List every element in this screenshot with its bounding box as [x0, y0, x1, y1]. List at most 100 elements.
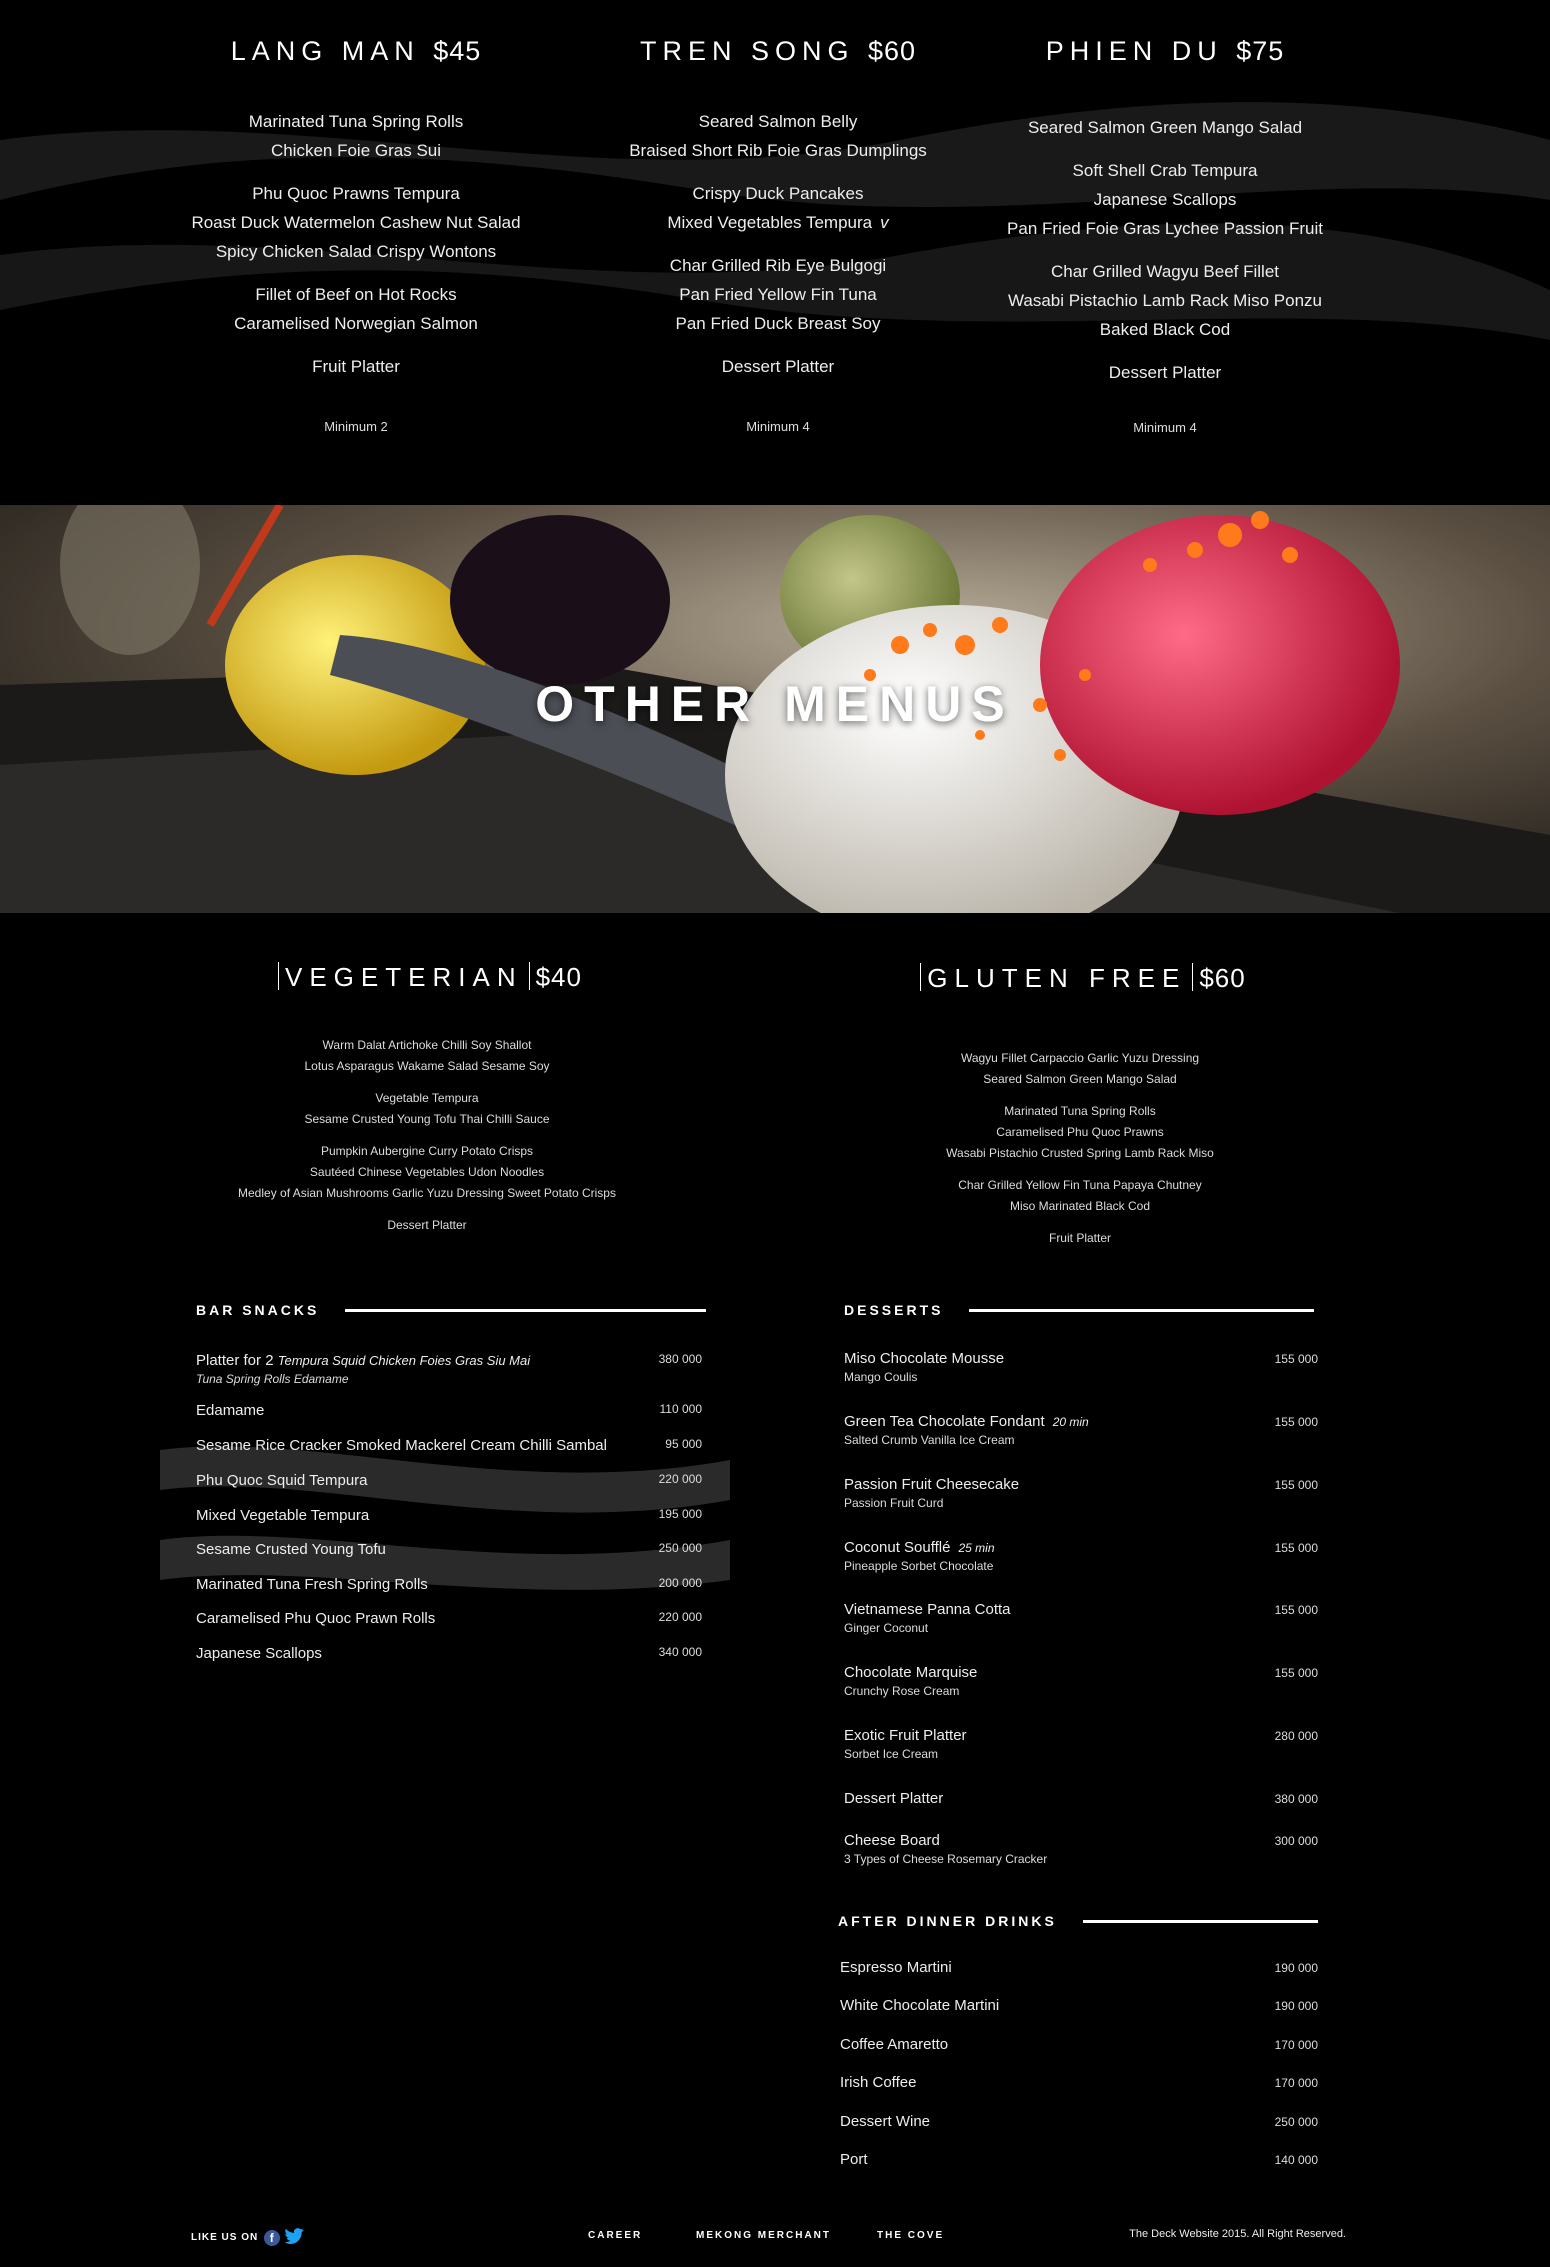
set-menu-items: Seared Salmon Green Mango Salad Soft Shel…: [885, 113, 1445, 435]
other-menu-title: VEGETERIAN $40: [167, 962, 687, 993]
item-title: Coffee Amaretto: [840, 2036, 949, 2053]
course-item: Warm Dalat Artichoke Chilli Soy Shallot: [322, 1038, 532, 1052]
item-description: Sorbet Ice Cream: [844, 1747, 939, 1761]
list-item: Passion Fruit Cheesecake Passion Fruit Cu…: [844, 1476, 1318, 1510]
item-title: Vietnamese Panna Cotta: [844, 1601, 1011, 1618]
prep-time: 25 min: [958, 1541, 995, 1555]
item-name: Passion Fruit Cheesecake: [844, 1476, 1019, 1493]
item-price: 195 000: [658, 1507, 702, 1521]
list-item: Cheese Board 3 Types of Cheese Rosemary C…: [844, 1832, 1318, 1866]
course-item: Pumpkin Aubergine Curry Potato Crisps: [320, 1144, 534, 1158]
list-item: Vietnamese Panna Cotta Ginger Coconut 155 …: [844, 1601, 1318, 1635]
item-price: 155 000: [1274, 1415, 1318, 1429]
facebook-icon[interactable]: f: [264, 2229, 281, 2246]
course-item: Sesame Crusted Young Tofu Thai Chilli Sa…: [304, 1112, 550, 1126]
course-group: Pumpkin Aubergine Curry Potato Crisps Sau…: [167, 1141, 687, 1204]
list-item: Coffee Amaretto 170 000: [840, 2036, 1318, 2053]
twitter-icon[interactable]: [284, 2228, 304, 2247]
item-name: Mixed Vegetable Tempura: [196, 1507, 369, 1524]
list-item: Coconut Soufflé 25 min Pineapple Sorbet Ch…: [844, 1539, 1318, 1573]
course-group: Vegetable Tempura Sesame Crusted Young To…: [167, 1088, 687, 1130]
course-item: Pan Fried Foie Gras Lychee Passion Fruit: [1007, 219, 1323, 238]
course-group: Soft Shell Crab Tempura Japanese Scallops…: [885, 156, 1445, 243]
footer-link-career[interactable]: CAREER: [588, 2230, 642, 2241]
item-name: Espresso Martini: [840, 1959, 952, 1976]
list-item: Chocolate Marquise Crunchy Rose Cream 155 …: [844, 1664, 1318, 1698]
course-item: Wagyu Fillet Carpaccio Garlic Yuzu Dress…: [960, 1051, 1200, 1065]
item-name: Miso Chocolate Mousse: [844, 1350, 1004, 1367]
other-menu-name: GLUTEN FREE: [927, 963, 1187, 993]
item-description: 3 Types of Cheese Rosemary Cracker: [844, 1852, 1048, 1866]
course-item: Seared Salmon Green Mango Salad: [1027, 118, 1303, 137]
other-menu-items: Wagyu Fillet Carpaccio Garlic Yuzu Dress…: [820, 1048, 1340, 1249]
set-menu-minimum: Minimum 4: [1133, 420, 1197, 435]
copyright: The Deck Website 2015. All Right Reserve…: [1129, 2228, 1346, 2240]
course-item: Marinated Tuna Spring Rolls: [1004, 1104, 1156, 1118]
footer: LIKE US ON f CAREER MEKONG MERCHANT THE …: [0, 2220, 1550, 2252]
course-item: Seared Salmon Green Mango Salad: [983, 1072, 1177, 1086]
item-name: Cheese Board: [844, 1832, 1047, 1849]
title-divider: [1192, 963, 1194, 991]
item-name: Japanese Scallops: [196, 1645, 322, 1662]
like-us-label: LIKE US ON: [191, 2232, 259, 2243]
course-item: Vegetable Tempura: [375, 1091, 479, 1105]
desserts-heading: DESSERTS: [844, 1302, 1314, 1318]
drinks-heading: AFTER DINNER DRINKS: [838, 1913, 1318, 1929]
item-title: Japanese Scallops: [196, 1645, 322, 1662]
item-price: 300 000: [1274, 1834, 1318, 1848]
course-item: Medley of Asian Mushrooms Garlic Yuzu Dr…: [238, 1186, 616, 1200]
set-menu-3: PHIEN DU $75 Seared Salmon Green Mango Sa…: [885, 0, 1445, 435]
item-price: 155 000: [1274, 1603, 1318, 1617]
list-item: Green Tea Chocolate Fondant 20 min Salted …: [844, 1413, 1318, 1447]
item-title: Irish Coffee: [840, 2074, 917, 2091]
course-item: Char Grilled Yellow Fin Tuna Papaya Chut…: [958, 1178, 1202, 1192]
item-name: Edamame: [196, 1402, 264, 1419]
list-item: Marinated Tuna Fresh Spring Rolls 200 000: [196, 1576, 702, 1593]
list-item: Caramelised Phu Quoc Prawn Rolls 220 000: [196, 1610, 702, 1627]
list-item: Exotic Fruit Platter Sorbet Ice Cream 280 …: [844, 1727, 1318, 1761]
other-menu-price: $40: [535, 962, 582, 992]
list-item: Japanese Scallops 340 000: [196, 1645, 702, 1662]
item-title: Dessert Wine: [840, 2113, 931, 2130]
course-item: Japanese Scallops: [1093, 190, 1237, 209]
item-name: Port: [840, 2151, 868, 2168]
prep-time: 20 min: [1052, 1415, 1089, 1429]
item-name: Exotic Fruit Platter: [844, 1727, 967, 1744]
title-divider: [278, 962, 279, 990]
item-name: Sesame Rice Cracker Smoked Mackerel Crea…: [196, 1437, 607, 1454]
item-name: Coffee Amaretto: [840, 2036, 948, 2053]
item-description: Pineapple Sorbet Chocolate: [844, 1559, 994, 1573]
list-item: Mixed Vegetable Tempura 195 000: [196, 1507, 702, 1524]
item-price: 190 000: [1274, 1999, 1318, 2013]
item-title: Edamame: [196, 1402, 265, 1419]
item-price: 250 000: [658, 1541, 702, 1555]
item-description: Crunchy Rose Cream: [844, 1684, 960, 1698]
footer-link-mekong-merchant[interactable]: MEKONG MERCHANT: [696, 2230, 831, 2241]
item-title: White Chocolate Martini: [840, 1997, 1000, 2014]
item-price: 200 000: [658, 1576, 702, 1590]
course-item: Baked Black Cod: [1099, 320, 1231, 339]
item-name: Coconut Soufflé 25 min: [844, 1539, 995, 1556]
list-item: White Chocolate Martini 190 000: [840, 1997, 1318, 2014]
hero-title: OTHER MENUS: [535, 676, 1015, 732]
item-title: Caramelised Phu Quoc Prawn Rolls: [196, 1610, 436, 1627]
set-menu-name: PHIEN DU: [1045, 36, 1223, 66]
item-name: Chocolate Marquise: [844, 1664, 977, 1681]
section-rule: [1082, 1919, 1318, 1923]
list-item: Dessert Wine 250 000: [840, 2113, 1318, 2130]
course-group: Wagyu Fillet Carpaccio Garlic Yuzu Dress…: [820, 1048, 1340, 1090]
set-menu-title: PHIEN DU $75: [885, 36, 1445, 67]
item-price: 250 000: [1274, 2115, 1318, 2129]
list-item: Espresso Martini 190 000: [840, 1959, 1318, 1976]
course-item: Dessert Platter: [387, 1218, 467, 1232]
list-item: Phu Quoc Squid Tempura 220 000: [196, 1472, 702, 1489]
course-item: Wasabi Pistachio Crusted Spring Lamb Rac…: [946, 1146, 1214, 1160]
footer-link-the-cove[interactable]: THE COVE: [877, 2230, 944, 2241]
course-item: Soft Shell Crab Tempura: [1072, 161, 1258, 180]
item-title: Platter for 2: [196, 1352, 274, 1369]
item-price: 155 000: [1274, 1352, 1318, 1366]
course-group: Warm Dalat Artichoke Chilli Soy Shallot L…: [167, 1035, 687, 1077]
list-item: Sesame Rice Cracker Smoked Mackerel Crea…: [196, 1437, 702, 1454]
other-menus-hero: OTHER MENUS: [0, 505, 1550, 913]
item-description: Passion Fruit Curd: [844, 1496, 944, 1510]
